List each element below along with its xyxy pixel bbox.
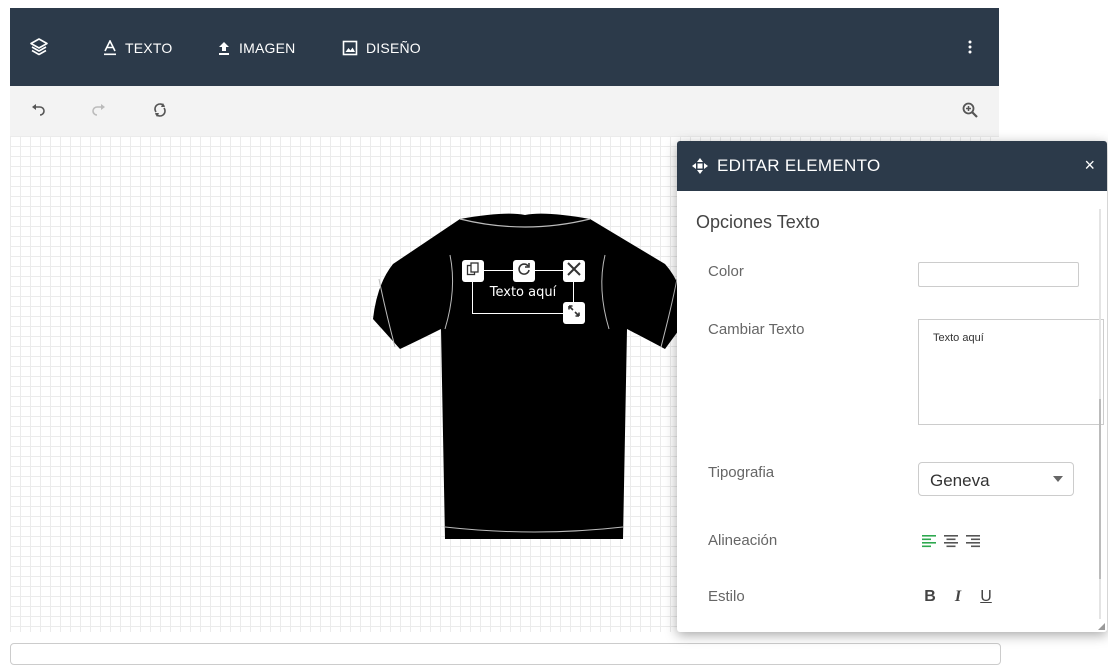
alignment-group [921, 533, 981, 554]
rotate-handle[interactable] [513, 260, 535, 282]
diseno-button[interactable]: DISEÑO [342, 38, 421, 58]
rotate-icon [517, 262, 531, 281]
change-text-input[interactable]: Texto aquí [918, 319, 1104, 425]
texto-button[interactable]: TEXTO [103, 38, 172, 58]
dropdown-arrow-icon [1053, 476, 1063, 482]
bold-button[interactable]: B [923, 588, 937, 606]
style-label: Estilo [708, 588, 745, 605]
color-input[interactable] [918, 262, 1079, 287]
italic-button[interactable]: I [951, 588, 965, 606]
bottom-bar [10, 643, 1001, 665]
underline-button[interactable]: U [979, 588, 993, 606]
refresh-icon[interactable] [151, 101, 169, 119]
font-select[interactable]: Geneva [918, 462, 1074, 496]
move-icon[interactable] [691, 157, 709, 175]
close-icon [566, 261, 582, 282]
panel-scrollbar[interactable] [1099, 209, 1101, 619]
align-right-icon[interactable] [965, 533, 981, 554]
resize-handle[interactable] [563, 302, 585, 324]
panel-resize-handle[interactable] [1098, 623, 1105, 630]
top-toolbar: TEXTO IMAGEN DISEÑO [10, 8, 999, 86]
copy-icon [466, 261, 480, 281]
image-gallery-icon [342, 40, 358, 56]
texto-label: TEXTO [125, 40, 173, 56]
delete-handle[interactable] [563, 260, 585, 282]
imagen-button[interactable]: IMAGEN [217, 38, 295, 58]
layers-icon[interactable] [28, 36, 50, 58]
text-format-icon [103, 40, 117, 56]
align-left-icon[interactable] [921, 533, 937, 554]
color-label: Color [708, 263, 744, 280]
scrollbar-thumb[interactable] [1099, 399, 1101, 579]
align-center-icon[interactable] [943, 533, 959, 554]
style-group: B I U [923, 588, 993, 606]
edit-element-panel: EDITAR ELEMENTO × Opciones Texto Color C… [677, 141, 1107, 632]
undo-icon[interactable] [29, 101, 47, 119]
font-value: Geneva [930, 471, 990, 490]
section-title: Opciones Texto [696, 212, 820, 232]
change-text-label: Cambiar Texto [708, 321, 805, 338]
panel-header[interactable]: EDITAR ELEMENTO × [677, 141, 1107, 191]
zoom-in-icon[interactable] [961, 101, 979, 119]
redo-icon[interactable] [90, 101, 108, 119]
imagen-label: IMAGEN [239, 40, 296, 56]
diseno-label: DISEÑO [366, 40, 421, 56]
more-vert-icon[interactable] [967, 36, 973, 58]
align-label: Alineación [708, 532, 778, 549]
edit-toolbar [10, 86, 999, 136]
duplicate-handle[interactable] [462, 260, 484, 282]
panel-title: EDITAR ELEMENTO [717, 156, 881, 175]
upload-icon [217, 40, 231, 56]
font-label: Tipografia [708, 464, 775, 481]
text-element[interactable]: Texto aquí [473, 285, 573, 300]
expand-icon [567, 304, 581, 323]
close-panel-button[interactable]: × [1084, 155, 1095, 176]
